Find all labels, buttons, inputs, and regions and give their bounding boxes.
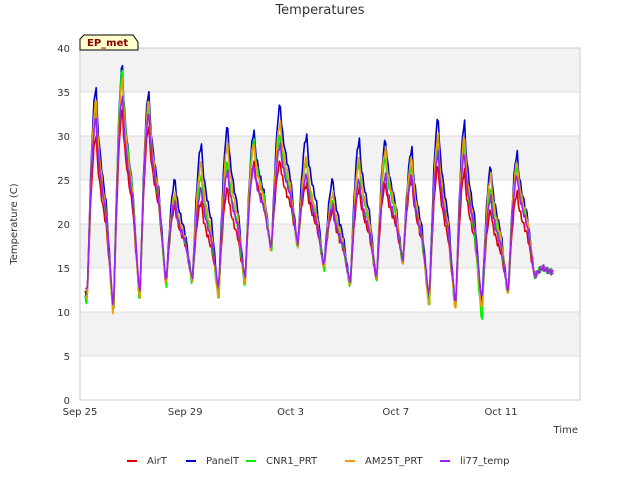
y-tick-label: 40 [57, 44, 70, 55]
x-tick-label: Sep 25 [63, 407, 98, 418]
legend-label: AirT [147, 456, 168, 467]
x-axis-title: Time [553, 425, 578, 436]
legend-item-li77_temp: li77_temp [440, 456, 509, 467]
legend-label: li77_temp [460, 456, 509, 467]
x-tick-label: Oct 3 [277, 407, 304, 418]
x-tick-label: Oct 7 [382, 407, 409, 418]
site-label: EP_met [87, 38, 128, 49]
legend: AirT PanelT CNR1_PRT AM25T_PRT li77_temp [127, 456, 509, 467]
y-tick-label: 15 [57, 264, 70, 275]
legend-label: CNR1_PRT [266, 456, 318, 467]
y-axis-title: Temperature (C) [9, 183, 20, 265]
legend-item-am25t_prt: AM25T_PRT [345, 456, 424, 467]
x-axis-ticks: Sep 25 Sep 29 Oct 3 Oct 7 Oct 11 [63, 407, 518, 418]
temperature-chart: Temperatures 0510152025303540 Sep 25 Sep … [9, 3, 581, 467]
legend-item-panelt: PanelT [186, 456, 240, 467]
y-axis-ticks: 0 5 10 15 20 25 30 35 40 [57, 44, 70, 407]
legend-item-airt: AirT [127, 456, 168, 467]
y-tick-label: 10 [57, 308, 70, 319]
x-tick-label: Oct 11 [484, 407, 517, 418]
y-tick-label: 0 [64, 396, 70, 407]
plot-band [80, 92, 580, 136]
y-tick-label: 30 [57, 132, 70, 143]
plot-band [80, 224, 580, 268]
x-tick-label: Sep 29 [168, 407, 203, 418]
chart-title: Temperatures [274, 3, 364, 18]
y-tick-label: 20 [57, 220, 70, 231]
plot-band [80, 356, 580, 400]
site-badge: EP_met [79, 34, 139, 51]
y-tick-label: 35 [57, 88, 70, 99]
y-tick-label: 5 [64, 352, 70, 363]
plot-band [80, 312, 580, 356]
legend-label: PanelT [206, 456, 240, 467]
y-tick-label: 25 [57, 176, 70, 187]
legend-item-cnr1_prt: CNR1_PRT [246, 456, 318, 467]
plot-band [80, 48, 580, 92]
legend-label: AM25T_PRT [365, 456, 424, 467]
